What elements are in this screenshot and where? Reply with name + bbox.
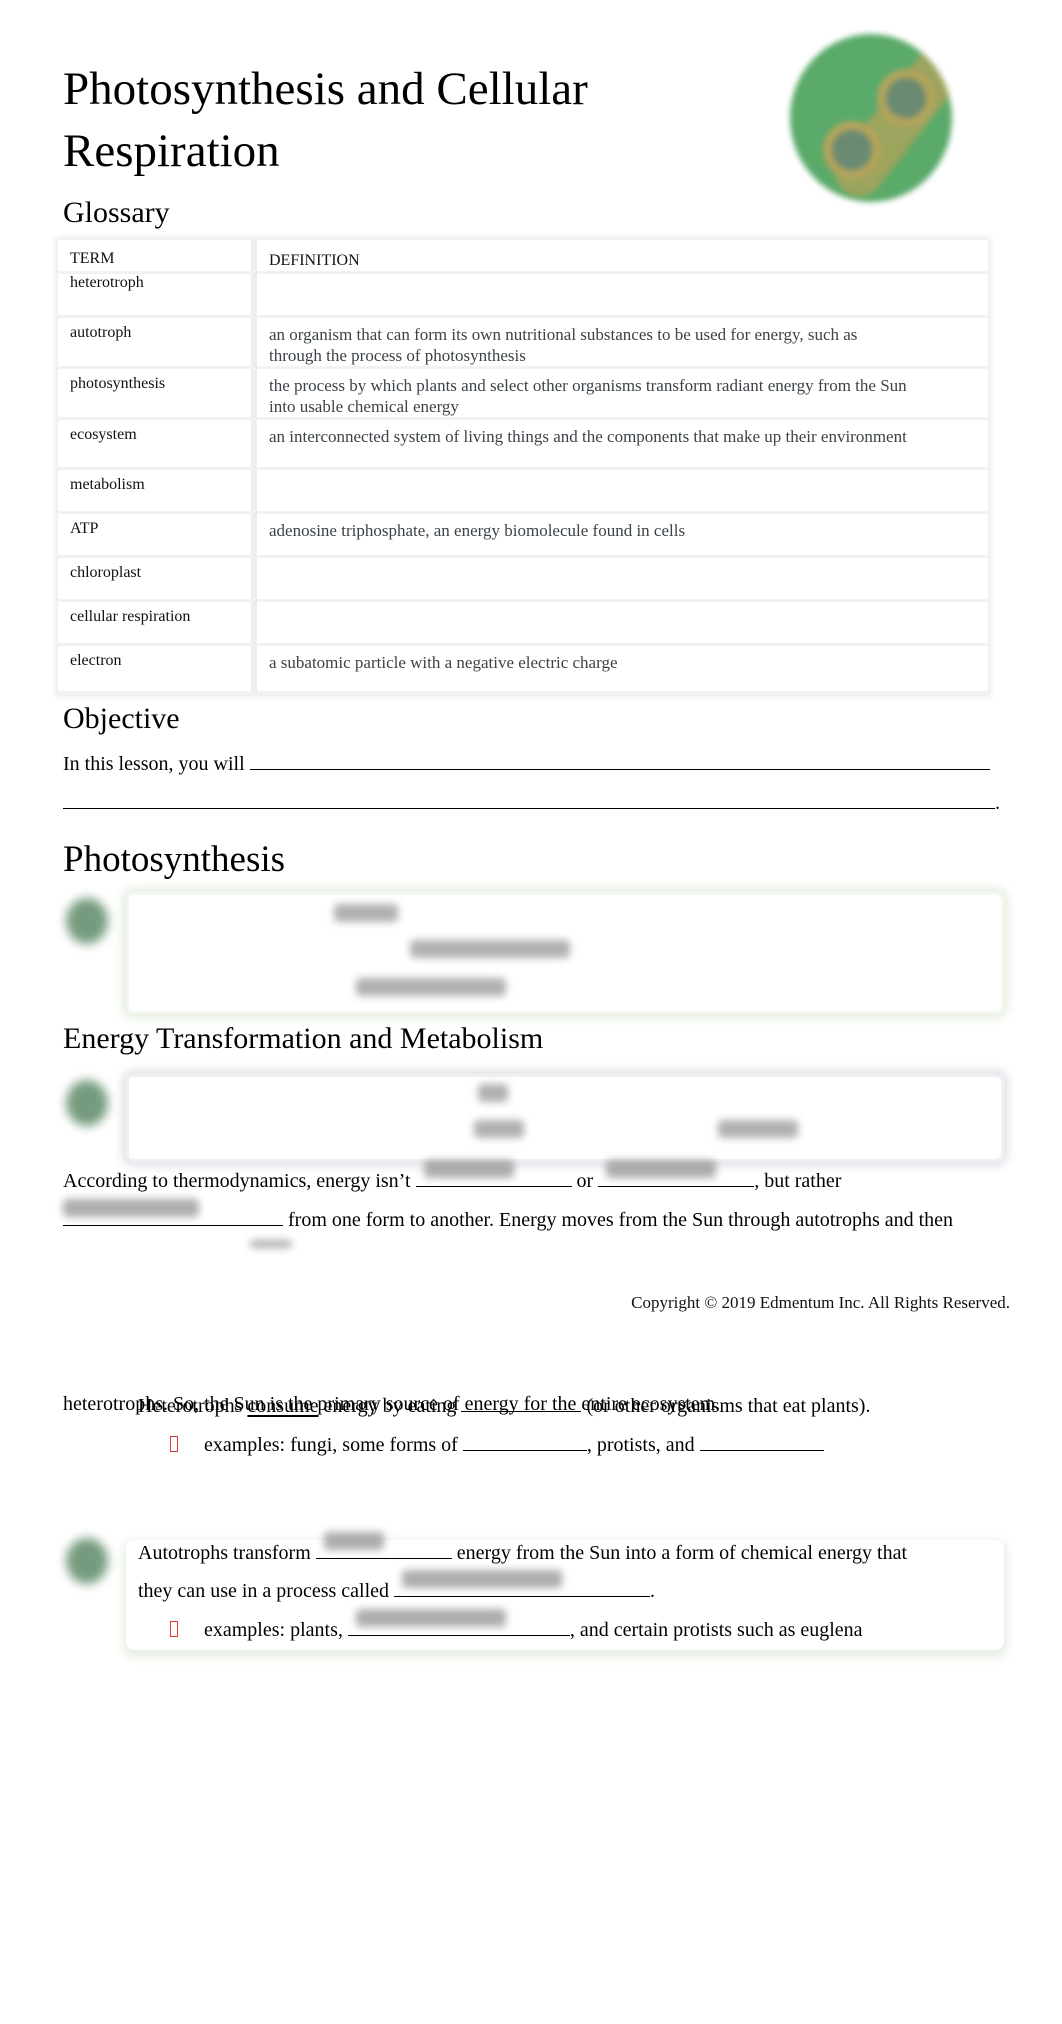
- fill-in-blank[interactable]: [461, 1389, 582, 1412]
- term-cell: electron: [58, 646, 257, 694]
- term-cell: heterotroph: [58, 274, 257, 318]
- fill-in-blank[interactable]: [415, 1160, 572, 1187]
- autotrophs-line-2: they can use in a process called .: [138, 1570, 656, 1606]
- blurred-label: [474, 1120, 524, 1138]
- blurred-label: [718, 1120, 798, 1138]
- definition-cell: a subatomic particle with a negative ele…: [257, 646, 988, 694]
- copyright-notice: Copyright © 2019 Edmentum Inc. All Right…: [631, 1293, 1010, 1312]
- fill-in-blank[interactable]: [347, 1609, 570, 1636]
- term-cell: metabolism: [58, 470, 257, 514]
- objective-suffix: .: [995, 792, 1000, 814]
- fill-in-blank[interactable]: [315, 1532, 452, 1559]
- energy-paragraph-line-1: According to thermodynamics, energy isn’…: [63, 1160, 842, 1201]
- objective-prefix: In this lesson, you will: [63, 753, 245, 775]
- energy-text: According to thermodynamics, energy isn’…: [63, 1170, 411, 1192]
- energy-paragraph-line-2: from one form to another. Energy moves f…: [63, 1199, 954, 1240]
- glossary-heading: Glossary: [63, 196, 170, 229]
- objective-line-1: In this lesson, you will: [63, 745, 1013, 784]
- text: .: [650, 1580, 656, 1602]
- fill-in-blank[interactable]: [699, 1428, 824, 1451]
- photosynthesis-diagram-box: [126, 892, 1004, 1014]
- blurred-fragment: [250, 1240, 292, 1248]
- term-cell: autotroph: [58, 318, 257, 369]
- blurred-label: [356, 978, 506, 996]
- definition-cell: [257, 470, 988, 514]
- speaker-bubble-icon: [66, 1080, 108, 1126]
- text: they can use in a process called: [138, 1580, 390, 1602]
- energy-text: , but rather: [754, 1170, 842, 1192]
- table-row: autotroph an organism that can form its …: [58, 318, 988, 369]
- logo-nucleus: [832, 130, 872, 170]
- glossary-header-row: TERM DEFINITION: [58, 240, 988, 274]
- autotroph-examples: examples: plants, , and certain protists…: [170, 1609, 863, 1645]
- definition-cell: [257, 602, 988, 646]
- energy-heading: Energy Transformation and Metabolism: [63, 1022, 544, 1055]
- blurred-label: [334, 904, 398, 922]
- speaker-bubble-icon: [66, 898, 108, 944]
- fill-in-blank[interactable]: [394, 1570, 651, 1597]
- column-header-term: TERM: [58, 240, 257, 274]
- cell-division-icon: [790, 34, 952, 202]
- text: examples: plants,: [204, 1619, 343, 1641]
- objective-blank-1[interactable]: [249, 747, 990, 770]
- text: , protists, and: [586, 1434, 695, 1456]
- text: Heterotrophs: [138, 1395, 243, 1417]
- energy-text: or: [576, 1170, 594, 1192]
- definition-cell: the process by which plants and select o…: [257, 369, 988, 420]
- objective-heading: Objective: [63, 702, 180, 735]
- logo-nucleus: [886, 78, 926, 118]
- energy-diagram-box: [126, 1074, 1004, 1162]
- heterotroph-examples: examples: fungi, some forms of , protist…: [170, 1428, 824, 1460]
- table-row: electron a subatomic particle with a neg…: [58, 646, 988, 694]
- underlined-text: consume: [247, 1395, 319, 1417]
- text: energy by eating: [323, 1395, 457, 1417]
- blurred-label: [410, 940, 570, 958]
- definition-cell: an organism that can form its own nutrit…: [257, 318, 988, 369]
- logo-band: [825, 34, 952, 202]
- table-row: ecosystem an interconnected system of li…: [58, 420, 988, 470]
- table-row: ATP adenosine triphosphate, an energy bi…: [58, 514, 988, 558]
- overlap-line-b: Heterotrophs consume energy by eating (o…: [138, 1389, 870, 1421]
- autotrophs-line-1: Autotrophs transform energy from the Sun…: [138, 1532, 907, 1568]
- definition-cell: adenosine triphosphate, an energy biomol…: [257, 514, 988, 558]
- table-row: metabolism: [58, 470, 988, 514]
- term-cell: photosynthesis: [58, 369, 257, 420]
- bullet-icon: [170, 1436, 178, 1452]
- energy-text: from one form to another. Energy moves f…: [288, 1209, 954, 1231]
- speaker-bubble-icon: [66, 1538, 108, 1584]
- fill-in-blank[interactable]: [462, 1428, 587, 1451]
- text: examples: fungi, some forms of: [204, 1434, 458, 1456]
- column-header-definition: DEFINITION: [257, 240, 988, 274]
- table-row: cellular respiration: [58, 602, 988, 646]
- table-row: chloroplast: [58, 558, 988, 602]
- definition-cell: an interconnected system of living thing…: [257, 420, 988, 470]
- table-row: photosynthesis the process by which plan…: [58, 369, 988, 420]
- bullet-icon: [170, 1621, 178, 1637]
- term-cell: ATP: [58, 514, 257, 558]
- fill-in-blank[interactable]: [598, 1160, 755, 1187]
- definition-cell: [257, 274, 988, 318]
- glossary-table: TERM DEFINITION heterotroph autotroph an…: [58, 240, 988, 694]
- text: , and certain protists such as euglena: [569, 1619, 863, 1641]
- term-cell: chloroplast: [58, 558, 257, 602]
- text: Autotrophs transform: [138, 1542, 311, 1564]
- term-cell: ecosystem: [58, 420, 257, 470]
- page-title: Photosynthesis and Cellular Respiration: [63, 63, 588, 177]
- objective-line-2: .: [63, 784, 1000, 823]
- blurred-label: [478, 1084, 508, 1102]
- fill-in-blank[interactable]: [63, 1199, 283, 1226]
- term-cell: cellular respiration: [58, 602, 257, 646]
- table-row: heterotroph: [58, 274, 988, 318]
- objective-blank-2[interactable]: [63, 786, 995, 809]
- definition-cell: [257, 558, 988, 602]
- photosynthesis-heading: Photosynthesis: [63, 839, 286, 880]
- text: energy from the Sun into a form of chemi…: [456, 1542, 907, 1564]
- text: (or other organisms that eat plants).: [586, 1395, 871, 1417]
